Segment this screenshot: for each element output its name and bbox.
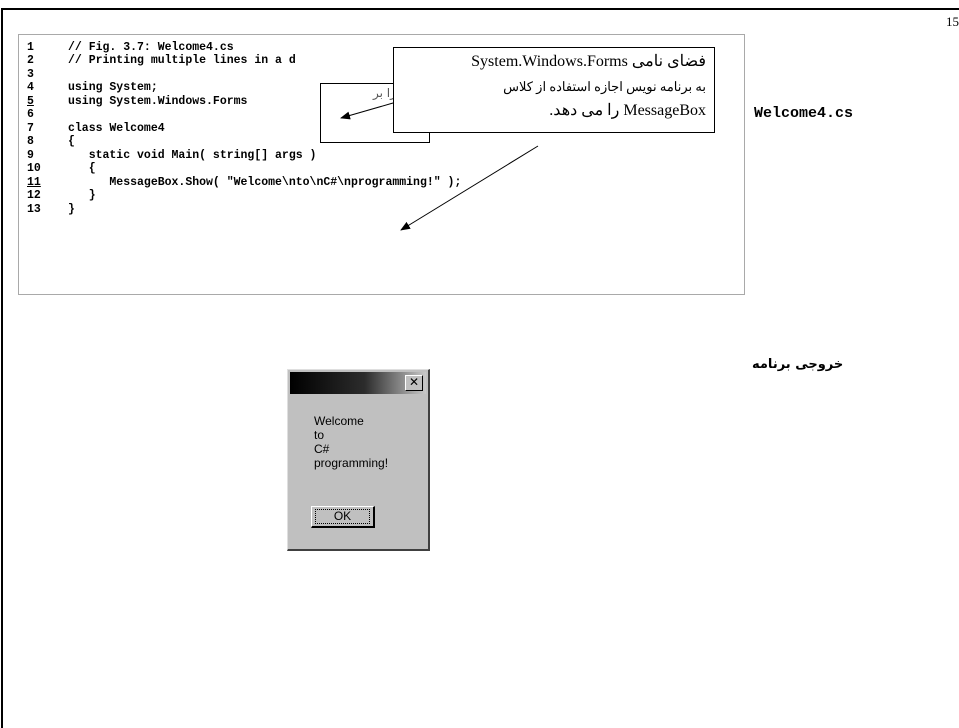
line-number: 13 <box>27 203 41 216</box>
line-number: 5 <box>27 95 34 108</box>
message-box-window: ✕ Welcome to C# programming! OK <box>287 369 430 551</box>
code-line: 12 } <box>27 189 96 202</box>
line-number: 3 <box>27 68 34 81</box>
code-text: { <box>68 135 75 148</box>
message-box-titlebar: ✕ <box>290 372 426 394</box>
line-number: 7 <box>27 122 34 135</box>
code-text: // Fig. 3.7: Welcome4.cs <box>68 41 234 54</box>
code-text: static void Main( string[] args ) <box>68 149 317 162</box>
line-number: 8 <box>27 135 34 148</box>
line-number: 1 <box>27 41 34 54</box>
code-line: 4 using System; <box>27 81 158 94</box>
code-line: 6 <box>27 108 68 121</box>
line-number: 6 <box>27 108 34 121</box>
line-number: 11 <box>27 176 41 189</box>
code-line: 1 // Fig. 3.7: Welcome4.cs <box>27 41 234 54</box>
callout-line-3: MessageBox را می دهد. <box>549 102 706 119</box>
code-text: using System; <box>68 81 158 94</box>
message-line: Welcome <box>314 414 364 428</box>
code-line: 10 { <box>27 162 96 175</box>
line-number: 4 <box>27 81 34 94</box>
code-line: 11 MessageBox.Show( "Welcome\nto\nC#\npr… <box>27 176 461 189</box>
ok-button[interactable]: OK <box>311 506 375 528</box>
code-line: 2 // Printing multiple lines in a d <box>27 54 296 67</box>
message-box-text: Welcome to C# programming! <box>314 414 414 470</box>
page-number: 15 <box>946 14 959 29</box>
file-name-label: Welcome4.cs <box>754 105 854 122</box>
code-text: MessageBox.Show( "Welcome\nto\nC#\nprogr… <box>68 176 462 189</box>
code-text: { <box>68 162 96 175</box>
callout-box: فضای نامی System.Windows.Forms به برنامه… <box>393 47 715 133</box>
code-line: 7 class Welcome4 <box>27 122 165 135</box>
line-number: 10 <box>27 162 41 175</box>
message-line: programming! <box>314 456 389 470</box>
message-line: to <box>314 428 325 442</box>
code-line: 13} <box>27 203 75 216</box>
callout-line-1: فضای نامی System.Windows.Forms <box>471 53 706 70</box>
code-line: 8{ <box>27 135 75 148</box>
ok-focus-rect <box>315 509 370 524</box>
message-line: C# <box>314 442 330 456</box>
code-line: 5 using System.Windows.Forms <box>27 95 247 108</box>
code-text: class Welcome4 <box>68 122 165 135</box>
code-line: 3 <box>27 68 68 81</box>
line-number: 12 <box>27 189 41 202</box>
callout-line-2: به برنامه نویس اجازه استفاده از کلاس <box>503 79 706 94</box>
line-number: 2 <box>27 54 34 67</box>
program-output-label: خروجی برنامه <box>752 357 844 372</box>
code-text: using System.Windows.Forms <box>68 95 248 108</box>
code-text: } <box>68 189 96 202</box>
close-icon[interactable]: ✕ <box>405 375 423 391</box>
code-text: } <box>68 203 75 216</box>
line-number: 9 <box>27 149 34 162</box>
code-line: 9 static void Main( string[] args ) <box>27 149 316 162</box>
code-text: // Printing multiple lines in a d <box>68 54 296 67</box>
